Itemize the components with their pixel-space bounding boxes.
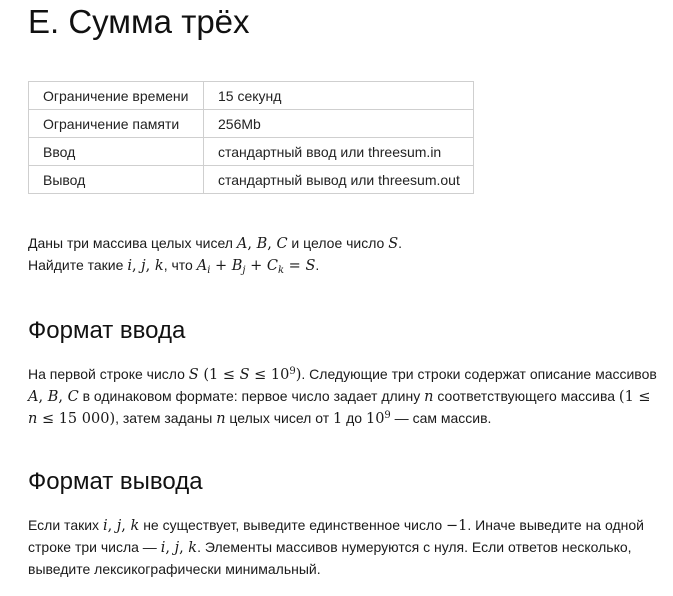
- statement-text: , что: [163, 257, 197, 273]
- formula-n: n: [216, 411, 226, 427]
- formula-abc: A, B, C: [28, 389, 79, 405]
- table-row: Ввод стандартный ввод или threesum.in: [28, 137, 474, 166]
- input-text: до: [342, 410, 366, 426]
- formula-ijk: i, j, k: [102, 518, 140, 534]
- output-format-heading: Формат вывода: [28, 468, 203, 495]
- table-row: Ограничение памяти 256Mb: [28, 109, 474, 138]
- input-text: , затем заданы: [115, 410, 217, 426]
- page-title: E. Сумма трёх: [28, 3, 250, 40]
- formula-s-bound: S (1 ≤ S ≤ 109): [188, 366, 302, 384]
- output-format-text: Если таких i, j, k не существует, выведи…: [28, 515, 658, 580]
- output-label: Вывод: [28, 165, 204, 194]
- input-text: — сам массив.: [390, 410, 492, 426]
- time-limit-value: 15 секунд: [203, 81, 474, 110]
- statement-text: и целое число: [287, 235, 389, 251]
- formula-abc: A, B, C: [236, 236, 288, 252]
- time-limit-label: Ограничение времени: [28, 81, 204, 110]
- formula-one: 1: [333, 411, 343, 427]
- input-label: Ввод: [28, 137, 204, 166]
- input-text: целых чисел от: [225, 410, 333, 426]
- formula-s: S: [388, 236, 399, 252]
- statement-text: Даны три массива целых чисел: [28, 235, 237, 251]
- input-text: На первой строке число: [28, 366, 189, 382]
- output-text: не существует, выведите единственное чис…: [139, 517, 446, 533]
- limits-table: Ограничение времени 15 секунд Ограничени…: [28, 81, 474, 194]
- formula-ijk: i, j, k: [160, 540, 198, 556]
- input-format-heading: Формат ввода: [28, 317, 186, 344]
- input-value: стандартный ввод или threesum.in: [203, 137, 474, 166]
- problem-page: E. Сумма трёх Ограничение времени 15 сек…: [0, 0, 673, 596]
- formula-ten-nine: 109: [365, 410, 391, 428]
- table-row: Вывод стандартный вывод или threesum.out: [28, 165, 474, 194]
- statement-text: Найдите такие: [28, 257, 128, 273]
- input-text: в одинаковом формате: первое число задае…: [78, 388, 425, 404]
- formula-minus-one: −1: [446, 518, 468, 534]
- output-value: стандартный вывод или threesum.out: [203, 165, 474, 194]
- formula-sum: Ai + Bj + Ck = S: [196, 258, 316, 276]
- problem-statement: Даны три массива целых чисел A, B, C и ц…: [28, 233, 658, 277]
- statement-text: .: [398, 235, 403, 251]
- output-text: Если таких: [28, 517, 103, 533]
- input-text: . Следующие три строки содержат описание…: [301, 366, 657, 382]
- formula-ijk: i, j, k: [127, 258, 164, 274]
- memory-limit-label: Ограничение памяти: [28, 109, 204, 138]
- memory-limit-value: 256Mb: [203, 109, 474, 138]
- statement-text: .: [315, 257, 320, 273]
- input-format-text: На первой строке число S (1 ≤ S ≤ 109). …: [28, 364, 658, 430]
- table-row: Ограничение времени 15 секунд: [28, 81, 474, 110]
- input-text: соответствующего массива: [433, 388, 619, 404]
